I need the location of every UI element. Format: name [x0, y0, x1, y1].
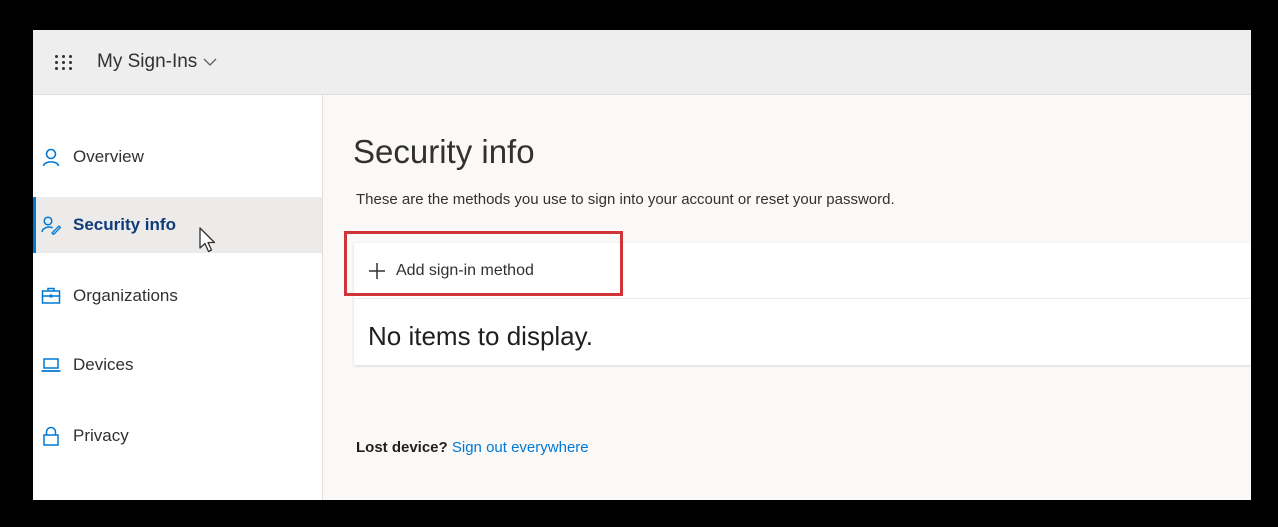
app-switcher[interactable]: My Sign-Ins: [75, 51, 217, 73]
top-bar: My Sign-Ins: [33, 30, 1251, 95]
sidebar-item-organizations[interactable]: Organizations: [33, 268, 322, 324]
sidebar-item-devices[interactable]: Devices: [33, 337, 322, 393]
sidebar-item-label: Devices: [73, 355, 134, 374]
lost-device-label: Lost device?: [356, 439, 448, 456]
sidebar: Overview Security info Organizations Dev…: [33, 95, 323, 500]
sidebar-item-label: Security info: [73, 215, 176, 234]
highlight-box: [344, 231, 623, 296]
app-window: My Sign-Ins Overview Security info Organ…: [33, 30, 1251, 500]
lock-icon: [41, 426, 61, 446]
app-launcher-icon[interactable]: [53, 51, 75, 73]
sidebar-item-security-info[interactable]: Security info: [33, 197, 322, 253]
laptop-icon: [41, 355, 61, 375]
briefcase-icon: [41, 286, 61, 306]
page-title: Security info: [353, 133, 535, 170]
sidebar-item-label: Privacy: [73, 426, 129, 445]
chevron-down-icon: [203, 54, 217, 72]
lost-device-row: Lost device? Sign out everywhere: [356, 439, 589, 456]
person-icon: [41, 147, 61, 167]
sign-out-everywhere-link[interactable]: Sign out everywhere: [452, 439, 589, 456]
active-indicator: [33, 197, 36, 253]
mouse-cursor-icon: [199, 227, 219, 260]
sidebar-item-label: Organizations: [73, 286, 178, 305]
sidebar-item-label: Overview: [73, 147, 144, 166]
app-title: My Sign-Ins: [97, 51, 198, 72]
main-content: Security info These are the methods you …: [323, 95, 1251, 500]
empty-state-message: No items to display.: [368, 321, 593, 351]
sidebar-item-privacy[interactable]: Privacy: [33, 408, 322, 464]
page-description: These are the methods you use to sign in…: [356, 191, 895, 208]
sidebar-item-overview[interactable]: Overview: [33, 129, 322, 185]
security-info-icon: [41, 215, 61, 235]
